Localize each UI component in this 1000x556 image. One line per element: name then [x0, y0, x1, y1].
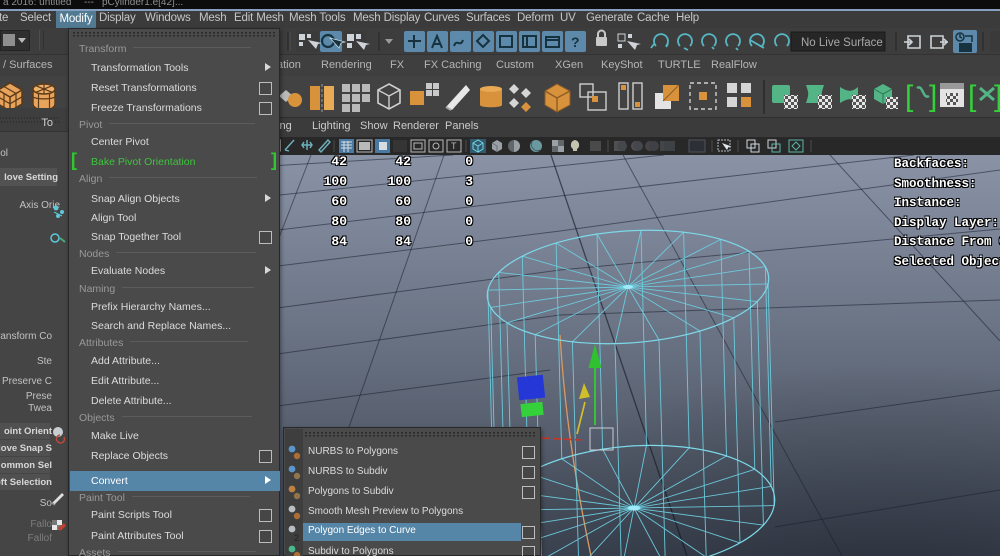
- svg-text:No Live Surface: No Live Surface: [801, 37, 883, 49]
- svg-text:?: ?: [571, 34, 580, 50]
- svg-text:]: ]: [994, 80, 1000, 113]
- svg-text:]: ]: [929, 80, 937, 113]
- svg-text:2: 2: [294, 533, 299, 543]
- svg-text:[: [: [968, 80, 977, 113]
- svg-text:[: [: [905, 80, 914, 113]
